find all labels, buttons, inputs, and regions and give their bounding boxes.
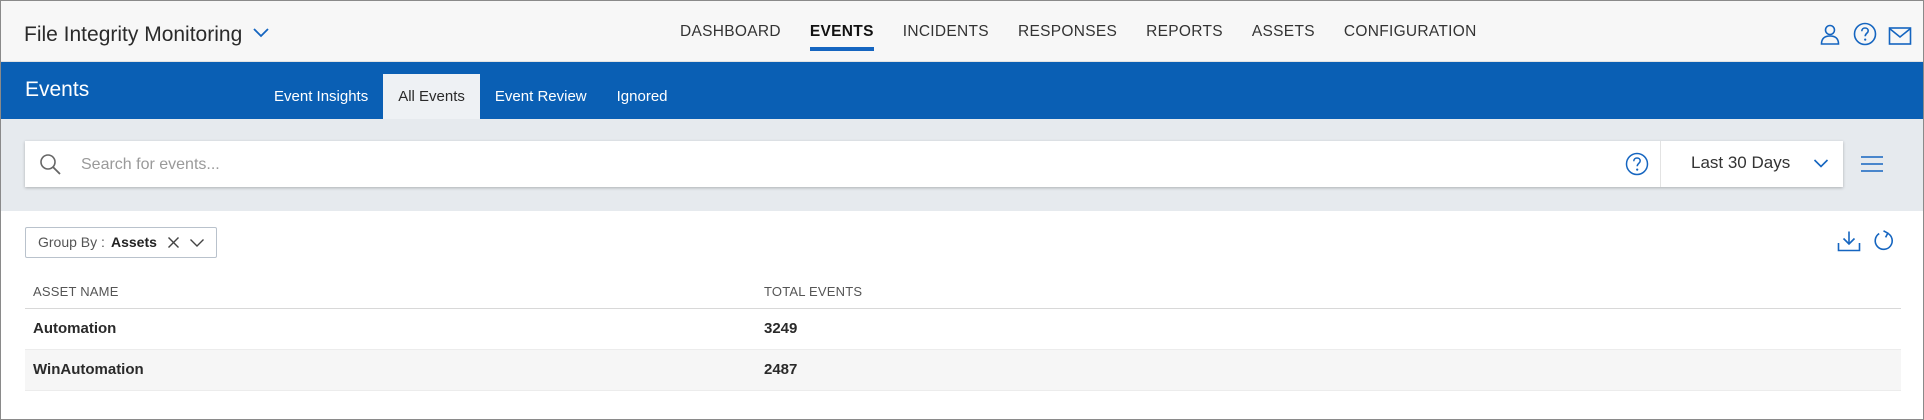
tab-all-events[interactable]: All Events [383, 74, 480, 119]
cell-asset-name: WinAutomation [33, 361, 144, 378]
nav-incidents[interactable]: INCIDENTS [903, 1, 989, 61]
section-header: Events Event Insights All Events Event R… [1, 62, 1923, 119]
user-icon[interactable] [1818, 22, 1842, 46]
tab-event-insights[interactable]: Event Insights [259, 74, 383, 119]
nav-events[interactable]: EVENTS [809, 1, 874, 61]
search-bar: Last 30 Days [25, 141, 1843, 187]
tab-ignored[interactable]: Ignored [602, 74, 683, 119]
table-row[interactable]: WinAutomation 2487 [25, 350, 1901, 391]
group-by-value: Assets [111, 234, 157, 250]
refresh-icon[interactable] [1873, 230, 1895, 252]
table-row[interactable]: Automation 3249 [25, 309, 1901, 350]
group-by-label: Group By : [38, 234, 105, 250]
table-header: ASSET NAME TOTAL EVENTS [25, 275, 1901, 309]
main-nav: DASHBOARD EVENTS INCIDENTS RESPONSES REP… [680, 1, 1506, 61]
search-region: Last 30 Days [1, 119, 1923, 211]
nav-configuration[interactable]: CONFIGURATION [1344, 1, 1477, 61]
cell-asset-name: Automation [33, 320, 117, 337]
search-icon [40, 154, 61, 175]
time-range-value: Last 30 Days [1691, 153, 1791, 172]
nav-responses[interactable]: RESPONSES [1018, 1, 1117, 61]
search-help-icon[interactable] [1625, 152, 1649, 176]
nav-assets[interactable]: ASSETS [1252, 1, 1315, 61]
column-header-total-events[interactable]: TOTAL EVENTS [764, 284, 862, 299]
search-input[interactable] [79, 149, 1623, 181]
chevron-down-icon[interactable] [252, 27, 270, 39]
close-icon[interactable] [167, 236, 180, 249]
events-table: ASSET NAME TOTAL EVENTS Automation 3249 … [25, 275, 1901, 391]
page-title: Events [25, 78, 90, 101]
chevron-down-icon [1813, 159, 1829, 168]
group-by-dropdown[interactable]: Group By : Assets [25, 227, 217, 258]
app-title: File Integrity Monitoring [24, 23, 243, 46]
top-header: File Integrity Monitoring DASHBOARD EVEN… [1, 1, 1923, 62]
cell-total-events: 2487 [764, 361, 798, 378]
mail-icon[interactable] [1888, 24, 1912, 48]
time-range-select[interactable]: Last 30 Days [1661, 141, 1843, 187]
download-icon[interactable] [1837, 230, 1861, 252]
tab-bar: Event Insights All Events Event Review I… [259, 74, 683, 119]
help-icon[interactable] [1853, 22, 1877, 46]
chevron-down-icon [190, 239, 204, 247]
hamburger-menu-icon[interactable] [1860, 155, 1884, 173]
tab-event-review[interactable]: Event Review [480, 74, 602, 119]
nav-dashboard[interactable]: DASHBOARD [680, 1, 781, 61]
app-window: File Integrity Monitoring DASHBOARD EVEN… [0, 0, 1924, 420]
nav-reports[interactable]: REPORTS [1146, 1, 1223, 61]
cell-total-events: 3249 [764, 320, 798, 337]
column-header-asset-name[interactable]: ASSET NAME [33, 284, 119, 299]
